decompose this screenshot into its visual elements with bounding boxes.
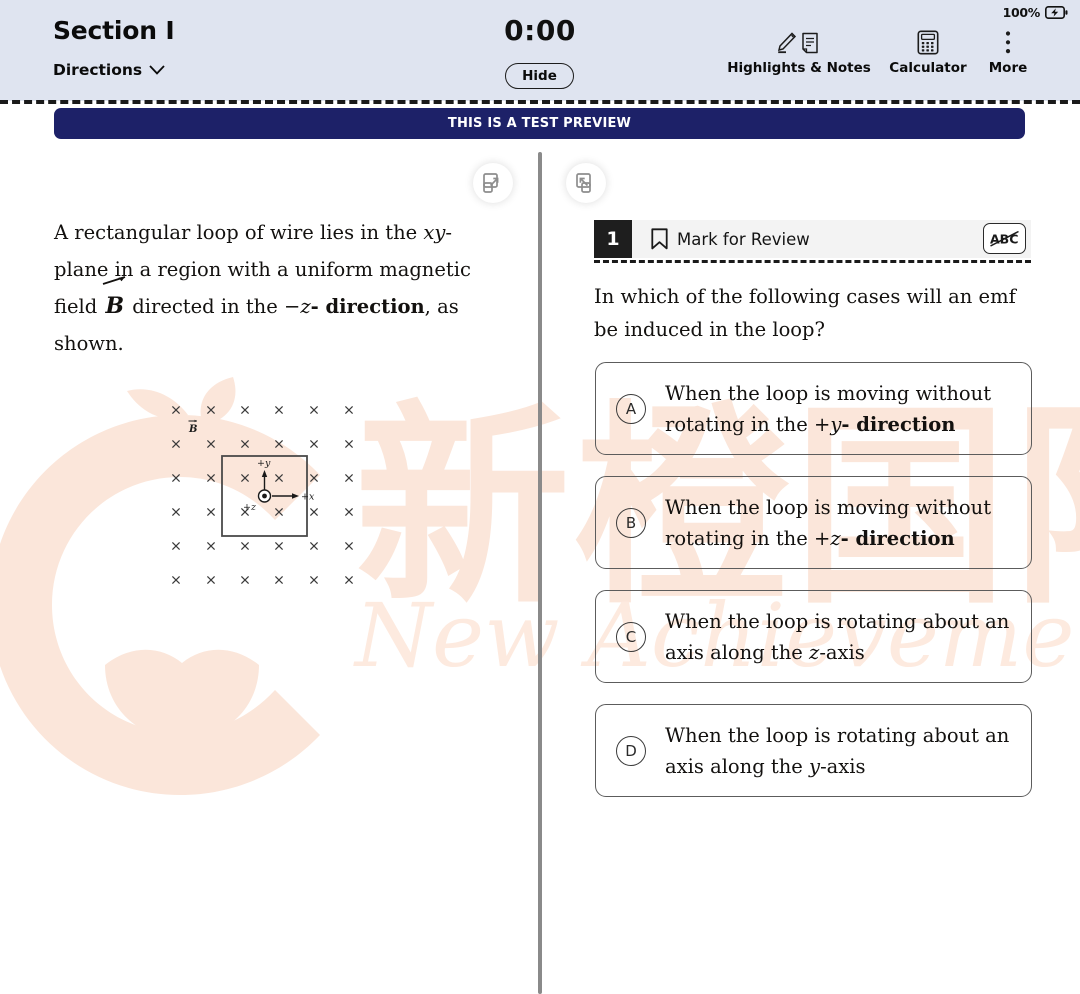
test-preview-banner-label: THIS IS A TEST PREVIEW — [447, 116, 632, 131]
answer-choice-text: When the loop is moving without rotating… — [665, 492, 1031, 554]
calculator-button[interactable]: Calculator — [888, 30, 968, 76]
answer-choice-d[interactable]: D When the loop is rotating about an axi… — [595, 704, 1032, 797]
mark-for-review-button[interactable]: Mark for Review — [651, 228, 810, 250]
svg-text:+y: +y — [257, 458, 271, 469]
vector-b-letter: B — [105, 293, 125, 319]
choice-c-text-post: -axis — [819, 640, 865, 664]
choice-b-text-post: - direction — [840, 526, 955, 550]
vector-arrow-icon — [103, 276, 126, 285]
choice-a-text-post: - direction — [841, 412, 956, 436]
hide-timer-button[interactable]: Hide — [505, 63, 574, 89]
question-pane: 1 Mark for Review ABC In which of the fo… — [542, 152, 1080, 994]
more-button[interactable]: More — [978, 30, 1038, 76]
choice-b-axis: z — [830, 526, 841, 550]
stimulus-z-italic: z — [300, 295, 311, 318]
stimulus-direction-bold: - direction — [310, 295, 425, 318]
calculator-label: Calculator — [889, 60, 967, 76]
test-preview-banner: THIS IS A TEST PREVIEW — [54, 108, 1025, 139]
stimulus-pane: A rectangular loop of wire lies in the x… — [0, 152, 538, 994]
svg-text:+x: +x — [301, 492, 315, 503]
stimulus-line-2: directed in the — [126, 295, 284, 318]
answer-choice-text: When the loop is rotating about an axis … — [665, 720, 1031, 782]
highlights-and-notes-label: Highlights & Notes — [727, 60, 871, 76]
svg-text:+z: +z — [243, 502, 257, 513]
mark-for-review-label: Mark for Review — [677, 229, 810, 249]
vector-b-symbol: B — [103, 276, 126, 325]
highlighter-note-icon — [775, 30, 823, 55]
more-vertical-icon — [1004, 30, 1012, 55]
cross-out-answers-button[interactable]: ABC — [983, 223, 1026, 254]
expand-right-pane-button[interactable] — [566, 163, 606, 203]
answer-choice-text: When the loop is moving without rotating… — [665, 378, 1031, 440]
answer-choice-letter: B — [616, 507, 646, 538]
choice-a-axis: y — [830, 412, 842, 436]
choice-b-sign: + — [813, 526, 831, 550]
field-label-B: B — [188, 419, 197, 435]
answer-choice-letter: D — [616, 735, 646, 766]
stimulus-line-1: A rectangular loop of wire lies in the — [54, 221, 424, 244]
choice-d-axis: y — [809, 754, 821, 778]
more-label: More — [988, 60, 1028, 76]
answer-choice-a[interactable]: A When the loop is moving without rotati… — [595, 362, 1032, 455]
answer-choices-list: A When the loop is moving without rotati… — [595, 362, 1032, 818]
stimulus-minus-sign: − — [283, 295, 301, 318]
answer-choice-text: When the loop is rotating about an axis … — [665, 606, 1031, 668]
test-preview-screen: 新橙国际 New Achievements 100% Section I Dir… — [0, 0, 1080, 994]
chevron-down-icon — [149, 65, 165, 75]
expand-right-icon — [482, 172, 498, 193]
directions-button[interactable]: Directions — [53, 61, 165, 79]
header-dashed-divider — [0, 100, 1080, 104]
coordinate-axes: +y +x +z — [243, 458, 315, 513]
expand-left-pane-button[interactable] — [473, 163, 513, 203]
abc-strikethrough-icon: ABC — [990, 230, 1019, 247]
app-header: 100% Section I Directions 0:00 Hide High… — [0, 0, 1080, 101]
choice-d-text-post: -axis — [820, 754, 866, 778]
directions-label: Directions — [53, 61, 143, 79]
question-number-badge: 1 — [594, 220, 632, 258]
highlights-and-notes-button[interactable]: Highlights & Notes — [727, 30, 871, 76]
bookmark-icon — [651, 228, 668, 250]
choice-c-axis: z — [809, 640, 820, 664]
magnetic-field-loop-figure: B +y +x +z — [171, 405, 354, 585]
calculator-icon — [917, 30, 939, 55]
answer-choice-b[interactable]: B When the loop is moving without rotati… — [595, 476, 1032, 569]
stimulus-text: A rectangular loop of wire lies in the x… — [54, 214, 484, 362]
collapse-left-icon — [575, 172, 591, 193]
answer-choice-c[interactable]: C When the loop is rotating about an axi… — [595, 590, 1032, 683]
answer-choice-letter: A — [616, 393, 646, 424]
question-prompt: In which of the following cases will an … — [594, 285, 1016, 341]
pane-resize-divider[interactable] — [538, 152, 542, 994]
answer-choice-letter: C — [616, 621, 646, 652]
question-header-bar: 1 Mark for Review ABC — [594, 220, 1031, 258]
question-header-dashed-divider — [594, 260, 1031, 263]
svg-text:B: B — [188, 424, 197, 435]
choice-a-sign: + — [813, 412, 831, 436]
stimulus-xy-italic: xy — [423, 221, 446, 244]
